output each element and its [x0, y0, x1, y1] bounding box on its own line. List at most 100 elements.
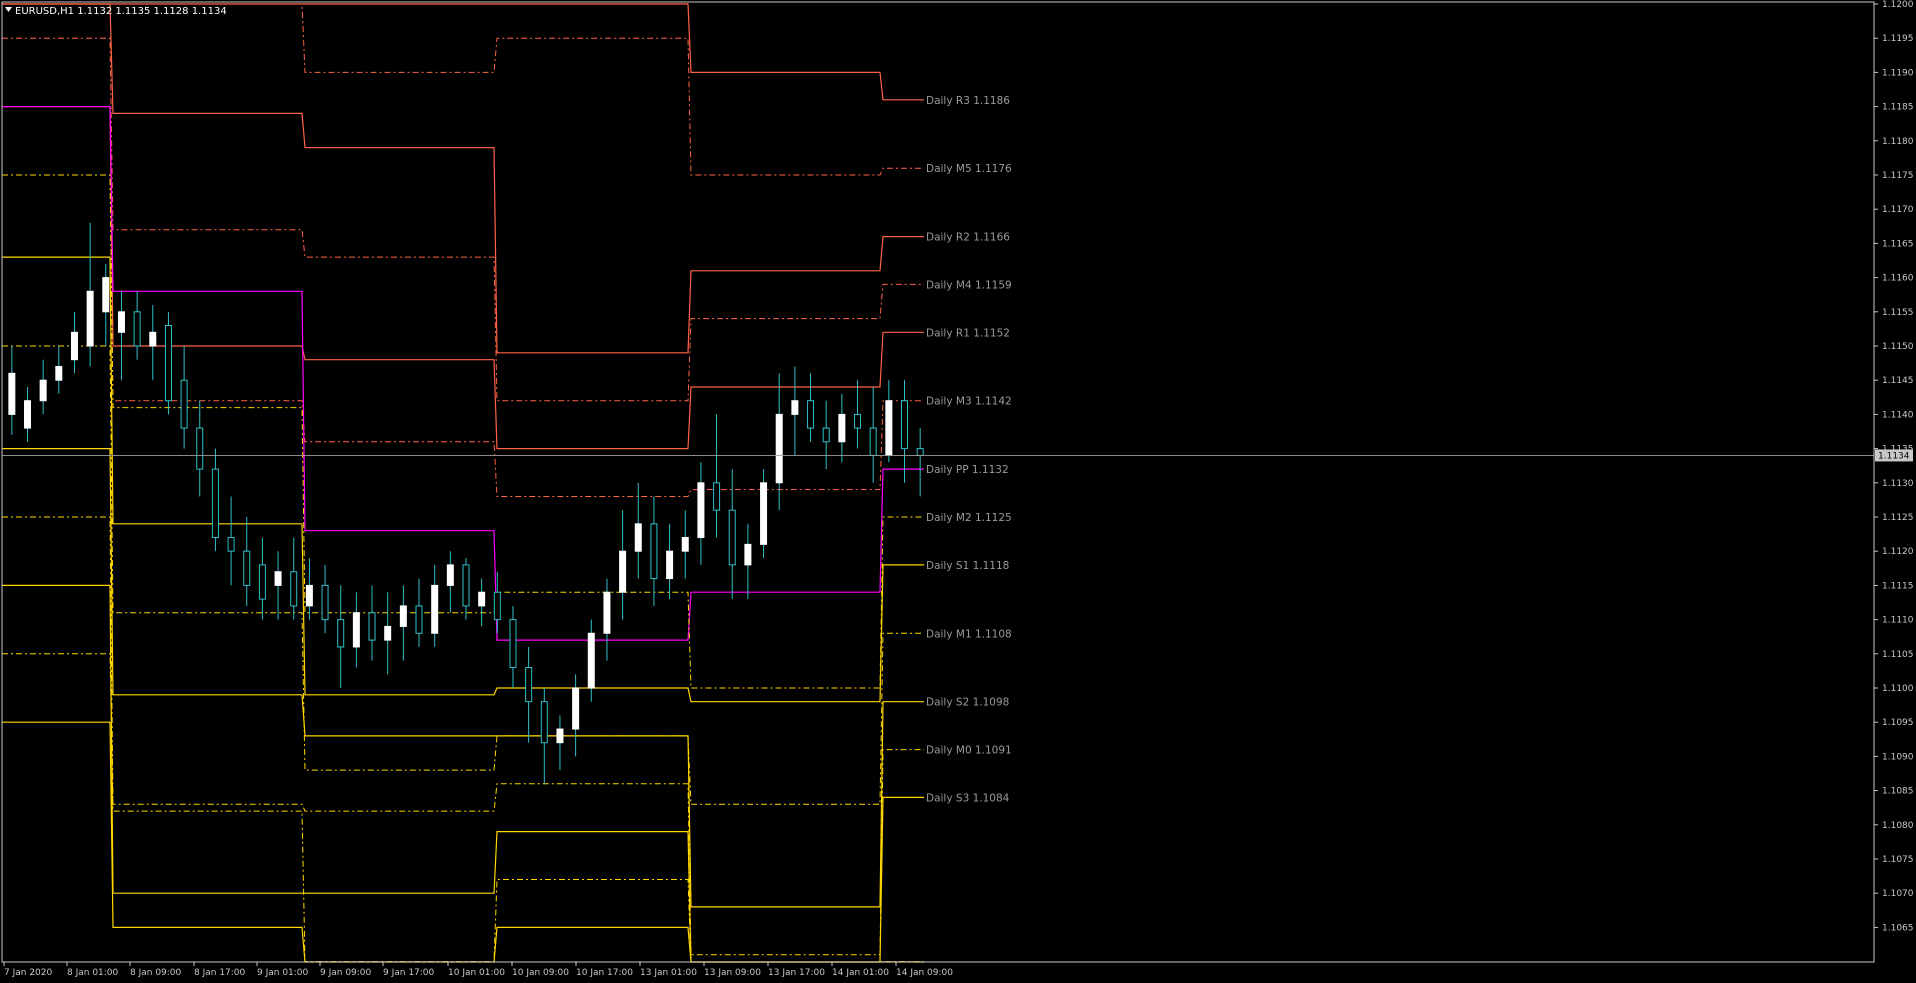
time-tick-label: 9 Jan 17:00 — [383, 968, 435, 978]
candle-body — [399, 605, 407, 627]
chart-header: EURUSD,H1 1.1132 1.1135 1.1128 1.1134 — [5, 6, 227, 17]
time-tick-label: 9 Jan 01:00 — [257, 968, 309, 978]
price-tick-label: 1.1085 — [1882, 787, 1914, 797]
candle — [760, 469, 768, 559]
price-tick-label: 1.1120 — [1882, 547, 1914, 557]
time-tick-label: 13 Jan 01:00 — [640, 968, 697, 978]
candle-body — [697, 482, 705, 539]
current-price-tag: 1.1134 — [1875, 449, 1913, 462]
candle-body — [258, 564, 266, 600]
price-tick-label: 1.1175 — [1882, 171, 1914, 181]
candle-body — [352, 612, 360, 648]
candle-body — [916, 448, 924, 456]
pivot-label: Daily S1 1.1118 — [926, 560, 1009, 572]
candle-body — [8, 372, 16, 415]
price-chart[interactable]: Daily R3 1.1186 Daily M5 1.1176 Daily R2 1… — [0, 0, 1916, 983]
candle-body — [431, 584, 439, 634]
candle-body — [478, 591, 486, 607]
price-tick-label: 1.1110 — [1882, 616, 1914, 626]
candle-body — [901, 400, 909, 450]
price-tick-label: 1.1180 — [1882, 137, 1914, 147]
time-tick-label: 13 Jan 09:00 — [704, 968, 761, 978]
price-tick-label: 1.1150 — [1882, 342, 1914, 352]
pivot-label: Daily M4 1.1159 — [926, 279, 1012, 291]
price-tick-label: 1.1200 — [1882, 0, 1914, 10]
pivot-label: Daily R1 1.1152 — [926, 327, 1010, 339]
candle-body — [211, 468, 219, 539]
price-tick-label: 1.1115 — [1882, 581, 1914, 591]
time-tick-label: 10 Jan 01:00 — [448, 968, 505, 978]
candle-body — [55, 366, 63, 381]
candle-body — [666, 550, 674, 580]
candle-body — [196, 427, 204, 470]
candle-body — [525, 666, 533, 703]
candle-body — [39, 379, 47, 402]
symbol-ohlc-text: EURUSD,H1 1.1132 1.1135 1.1128 1.1134 — [15, 6, 227, 17]
pivot-label: Daily M3 1.1142 — [926, 396, 1012, 408]
candle-body — [509, 619, 517, 668]
pivot-label: Daily PP 1.1132 — [926, 464, 1009, 476]
time-tick-label: 8 Jan 01:00 — [67, 968, 119, 978]
candle-body — [822, 427, 830, 443]
time-tick-label: 7 Jan 2020 — [4, 968, 52, 978]
price-tick-label: 1.1185 — [1882, 103, 1914, 113]
candle-body — [462, 564, 470, 607]
price-tick-label: 1.1070 — [1882, 889, 1914, 899]
candle-body — [86, 290, 94, 347]
price-tick-label: 1.1145 — [1882, 376, 1914, 386]
candle-body — [290, 571, 298, 607]
candle-body — [587, 632, 595, 689]
candle-body — [133, 311, 141, 347]
candle-body — [227, 537, 235, 552]
pivot-label: Daily R2 1.1166 — [926, 232, 1010, 244]
candle-body — [838, 413, 846, 443]
candle-body — [446, 564, 454, 586]
price-tick-label: 1.1170 — [1882, 205, 1914, 215]
candle-body — [493, 591, 501, 621]
candle-body — [337, 619, 345, 648]
time-tick-label: 14 Jan 09:00 — [896, 968, 953, 978]
price-tick-label: 1.1165 — [1882, 239, 1914, 249]
candle-body — [619, 550, 627, 593]
candle-body — [368, 612, 376, 641]
pivot-label: Daily M2 1.1125 — [926, 512, 1012, 524]
candle-body — [23, 400, 31, 429]
candle-body — [274, 571, 282, 586]
price-tick-label: 1.1100 — [1882, 684, 1914, 694]
candle-body — [321, 584, 329, 621]
candle-body — [180, 379, 188, 429]
price-tick-label: 1.1095 — [1882, 718, 1914, 728]
candle-body — [164, 324, 172, 402]
candle-body — [102, 277, 110, 313]
candle-body — [854, 413, 862, 429]
candle-body — [713, 482, 721, 511]
price-tick-label: 1.1160 — [1882, 274, 1914, 284]
candle-body — [70, 331, 78, 361]
candle-body — [117, 311, 125, 333]
candle-body — [760, 482, 768, 545]
candle-body — [791, 400, 799, 415]
candle-body — [681, 537, 689, 552]
pivot-label: Daily S2 1.1098 — [926, 697, 1009, 709]
time-tick-label: 14 Jan 01:00 — [832, 968, 889, 978]
candle-body — [540, 701, 548, 744]
price-tick-label: 1.1065 — [1882, 923, 1914, 933]
candle-body — [384, 625, 392, 641]
candle-body — [305, 584, 313, 607]
price-tick-label: 1.1155 — [1882, 308, 1914, 318]
candle-body — [415, 605, 423, 634]
candle-body — [728, 509, 736, 566]
chart-background — [0, 0, 1916, 983]
time-tick-label: 10 Jan 17:00 — [576, 968, 633, 978]
time-tick-label: 8 Jan 09:00 — [130, 968, 182, 978]
time-tick-label: 13 Jan 17:00 — [768, 968, 825, 978]
current-price-value: 1.1134 — [1878, 451, 1910, 461]
candle-body — [603, 591, 611, 634]
candle-body — [650, 523, 658, 580]
price-tick-label: 1.1090 — [1882, 752, 1914, 762]
candle-body — [149, 331, 157, 347]
pivot-label: Daily M1 1.1108 — [926, 628, 1012, 640]
price-tick-label: 1.1130 — [1882, 479, 1914, 489]
price-tick-label: 1.1075 — [1882, 855, 1914, 865]
candle-body — [807, 400, 815, 429]
